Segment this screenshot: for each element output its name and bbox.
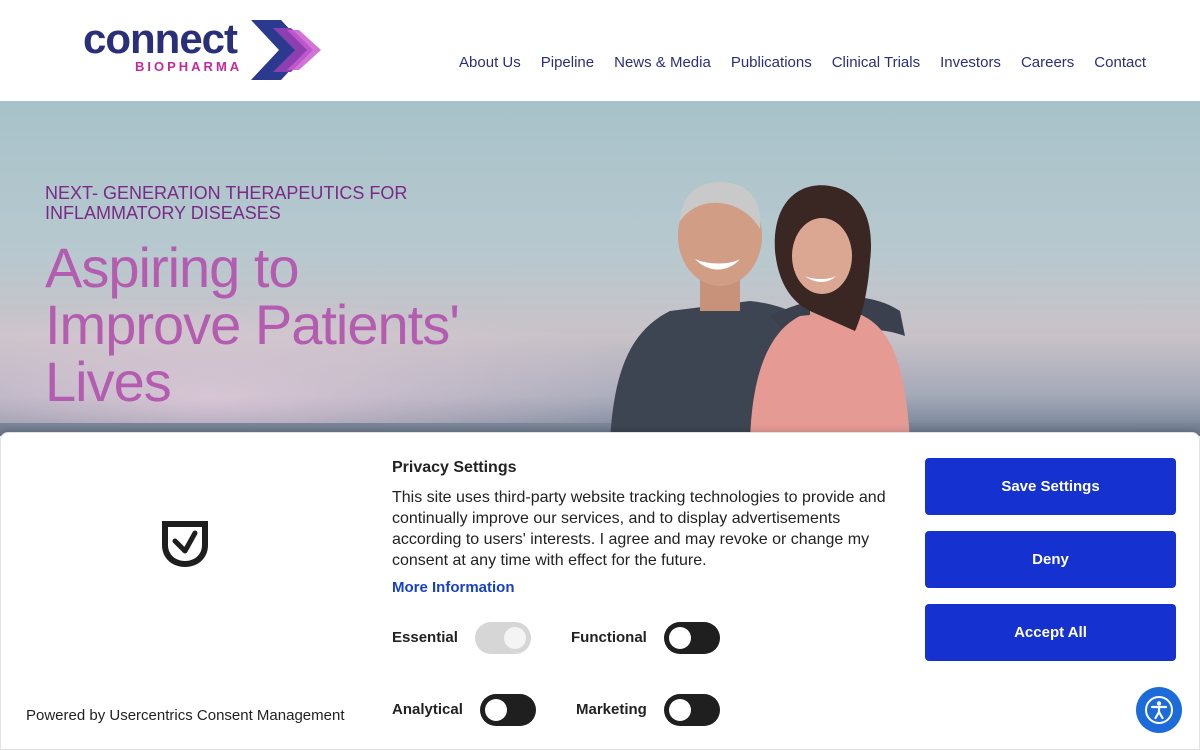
- hero-couple-image: [610, 181, 910, 436]
- nav-news-media[interactable]: News & Media: [614, 54, 711, 71]
- essential-toggle: [475, 622, 531, 654]
- toggle-knob: [669, 699, 691, 721]
- analytical-label: Analytical: [392, 701, 463, 718]
- accept-all-button[interactable]: Accept All: [925, 604, 1176, 661]
- functional-label: Functional: [571, 629, 647, 646]
- toggle-knob: [669, 627, 691, 649]
- marketing-label: Marketing: [576, 701, 647, 718]
- toggle-knob: [485, 699, 507, 721]
- more-information-link[interactable]: More Information: [392, 579, 515, 596]
- deny-button[interactable]: Deny: [925, 531, 1176, 588]
- consent-banner: Powered by Usercentrics Consent Manageme…: [0, 432, 1200, 750]
- nav-careers[interactable]: Careers: [1021, 54, 1074, 71]
- marketing-toggle[interactable]: [664, 694, 720, 726]
- privacy-title: Privacy Settings: [392, 459, 517, 476]
- accessibility-button[interactable]: [1136, 687, 1182, 733]
- accessibility-icon: [1145, 696, 1173, 724]
- hero-headline: Aspiring to Improve Patients' Lives: [45, 236, 460, 413]
- essential-label: Essential: [392, 629, 458, 646]
- shield-check-icon: [162, 521, 208, 567]
- nav-contact[interactable]: Contact: [1094, 54, 1146, 71]
- logo-wordmark: connect: [83, 15, 238, 62]
- nav-pipeline[interactable]: Pipeline: [541, 54, 594, 71]
- connect-biopharma-logo[interactable]: connect BIOPHARMA: [83, 18, 328, 82]
- nav-publications[interactable]: Publications: [731, 54, 812, 71]
- functional-toggle[interactable]: [664, 622, 720, 654]
- main-nav: About Us Pipeline News & Media Publicati…: [459, 54, 1146, 71]
- hero-eyebrow: NEXT- GENERATION THERAPEUTICS FOR INFLAM…: [45, 183, 408, 223]
- privacy-description: This site uses third-party website track…: [392, 489, 886, 569]
- nav-investors[interactable]: Investors: [940, 54, 1001, 71]
- toggle-knob: [504, 627, 526, 649]
- site-header: connect BIOPHARMA About Us Pipeline News…: [0, 0, 1200, 101]
- logo-subtitle: BIOPHARMA: [135, 59, 243, 74]
- chevron-logo-icon: [251, 20, 321, 80]
- powered-by-text: Powered by Usercentrics Consent Manageme…: [26, 707, 345, 724]
- nav-clinical-trials[interactable]: Clinical Trials: [832, 54, 920, 71]
- analytical-toggle[interactable]: [480, 694, 536, 726]
- nav-about-us[interactable]: About Us: [459, 54, 521, 71]
- save-settings-button[interactable]: Save Settings: [925, 458, 1176, 515]
- hero-banner: NEXT- GENERATION THERAPEUTICS FOR INFLAM…: [0, 101, 1200, 436]
